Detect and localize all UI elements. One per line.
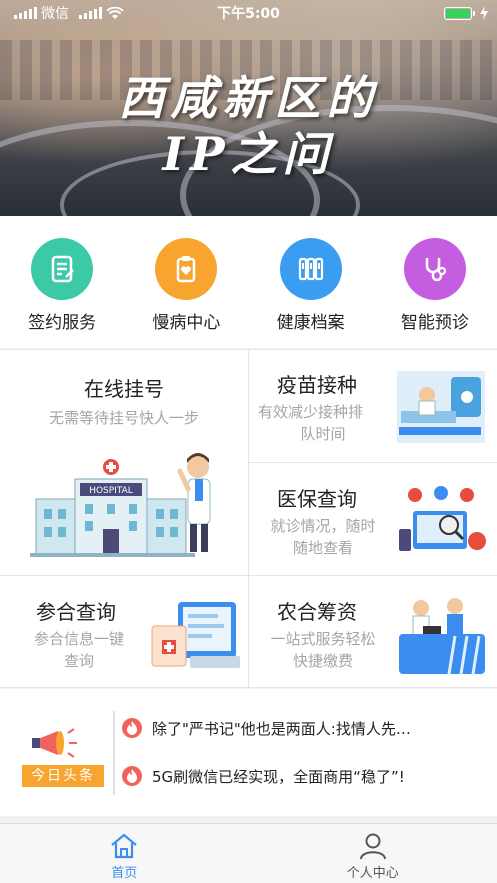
home-icon [111,833,137,859]
hospital-illustration: HOSPITAL [30,453,211,557]
wifi-icon [106,6,124,19]
quick-action-label: 健康档案 [276,313,345,333]
grid-divider [0,349,497,350]
coop-query-title: 参合查询 [36,600,116,624]
coop-query-subtitle-line2: 查询 [63,652,94,670]
quick-action-smart-prediagnosis[interactable]: 智能预诊 [375,238,495,333]
coop-query-subtitle-line1: 参合信息一键 [33,630,124,648]
charging-icon [480,6,488,20]
banner-title-line2: IP之问 [162,127,335,181]
tab-home-label: 首页 [111,866,138,881]
insurance-query-card[interactable]: 医保查询 就诊情况，随时 随地查看 [249,463,497,575]
coop-funding-subtitle-line2: 快捷缴费 [292,652,353,670]
news-headline: 5G刷微信已经实现，全面商用“稳了”! [152,767,405,786]
coop-query-subtitle: 参合信息一键 查询 [18,628,140,672]
grid-divider [248,349,249,688]
quick-action-health-records[interactable]: 健康档案 [251,238,371,333]
vaccination-subtitle-line1: 有效减少接种排 [258,403,364,421]
quick-action-label: 慢病中心 [152,313,221,333]
service-grid: 在线挂号 无需等待挂号快人一步 HOSPITAL 疫苗接种 有效减少接种排 队时… [0,349,497,688]
tab-home[interactable]: 首页 [0,824,249,883]
carrier-label: 微信 [41,6,69,22]
quick-action-sign-service[interactable]: 签约服务 [2,238,122,333]
person-icon [359,833,386,860]
coop-funding-title: 农合筹资 [277,600,357,624]
document-edit-icon [31,238,94,300]
quick-action-chronic-center[interactable]: 慢病中心 [126,238,246,333]
quick-action-label: 签约服务 [28,313,97,333]
cell-signal-bars-icon [79,7,102,19]
coop-funding-card[interactable]: 农合筹资 一站式服务轻松 快捷缴费 [249,576,497,688]
online-registration-title: 在线挂号 [84,377,164,401]
coop-funding-subtitle: 一站式服务轻松 快捷缴费 [258,628,388,672]
archive-icon [279,238,342,300]
insurance-query-subtitle-line1: 就诊情况，随时 [270,517,376,535]
flame-icon [122,766,142,786]
grid-divider [0,575,497,576]
coop-query-illustration [151,602,240,668]
news-item[interactable]: 5G刷微信已经实现，全面商用“稳了”! [122,761,487,791]
tab-profile-label: 个人中心 [346,866,399,881]
news-item[interactable]: 除了"严书记"他也是两面人:找情人先… [122,713,487,743]
news-divider [113,711,115,795]
vaccination-illustration [397,371,485,443]
insurance-query-title: 医保查询 [277,487,357,511]
vaccination-subtitle: 有效减少接种排 队时间 [258,401,388,445]
quick-actions: 签约服务 慢病中心 健康档案 智能预诊 [0,216,497,348]
coop-funding-illustration [399,598,485,675]
coop-query-card[interactable]: 参合查询 参合信息一键 查询 [0,576,248,688]
online-registration-card[interactable]: 在线挂号 无需等待挂号快人一步 HOSPITAL [0,349,248,575]
toutiao-logo[interactable]: 今日头条 [22,725,104,787]
online-registration-subtitle: 无需等待挂号快人一步 [48,409,199,427]
status-bar: 微信 下午5:00 [0,0,497,26]
flame-icon [122,718,142,738]
tab-profile[interactable]: 个人中心 [249,824,497,883]
insurance-query-subtitle: 就诊情况，随时 随地查看 [258,515,388,559]
news-section: 今日头条 除了"严书记"他也是两面人:找情人先… 5G刷微信已经实现，全面商用“… [0,689,497,816]
status-time: 下午5:00 [217,6,280,22]
vaccination-subtitle-line2: 队时间 [300,425,346,443]
stethoscope-icon [403,238,466,300]
megaphone-icon [32,728,77,758]
quick-action-label: 智能预诊 [400,313,469,333]
tab-bar: 首页 个人中心 [0,823,497,883]
vaccination-card[interactable]: 疫苗接种 有效减少接种排 队时间 [249,349,497,462]
hospital-sign: HOSPITAL [89,486,133,496]
insurance-illustration [399,486,486,551]
grid-divider [0,687,497,688]
clipboard-heart-icon [155,238,218,300]
grid-divider [249,462,497,463]
toutiao-label: 今日头条 [22,765,104,787]
insurance-query-subtitle-line2: 随地查看 [292,539,353,557]
cell-signal-icon [14,7,37,19]
coop-funding-subtitle-line1: 一站式服务轻松 [270,630,376,648]
battery-icon [444,6,475,20]
vaccination-title: 疫苗接种 [277,373,357,397]
news-headline: 除了"严书记"他也是两面人:找情人先… [152,719,411,738]
banner[interactable]: 西咸新区的 IP之问 微信 下午5:00 [0,0,497,216]
